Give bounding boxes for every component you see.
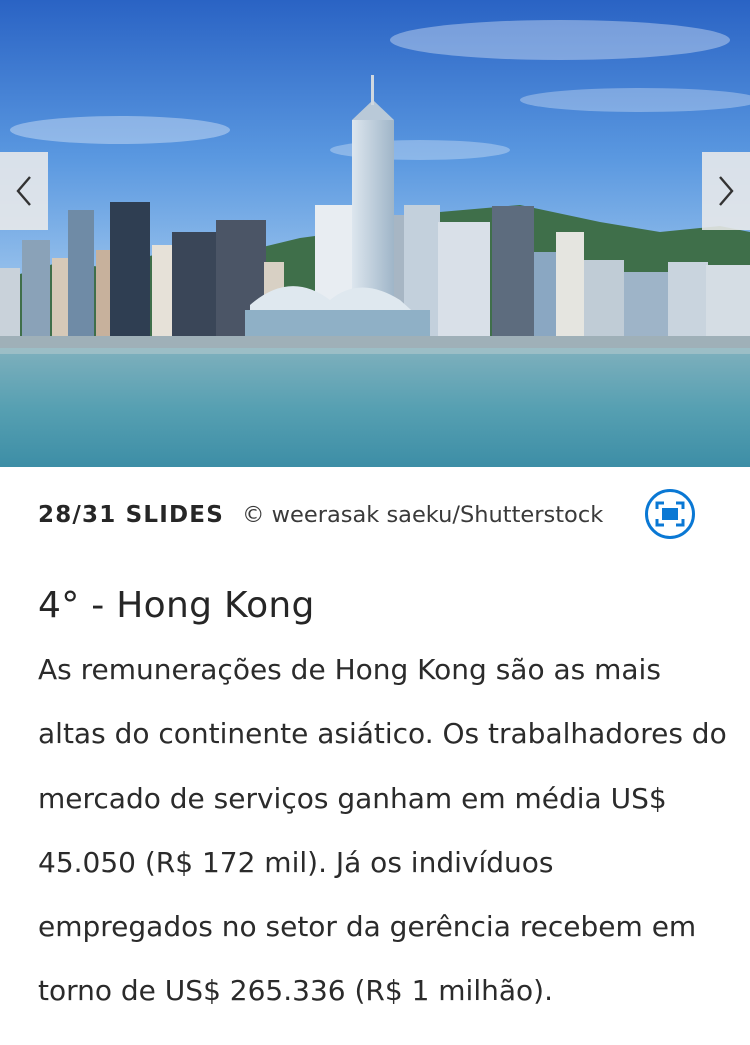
chevron-left-icon: [16, 176, 31, 206]
fullscreen-icon: [655, 501, 685, 527]
slide-meta-bar: 28/31 SLIDES © weerasak saeku/Shuttersto…: [0, 467, 750, 562]
next-slide-button[interactable]: [702, 152, 750, 230]
fullscreen-button[interactable]: [645, 489, 695, 539]
slide-description: As remunerações de Hong Kong são as mais…: [38, 653, 727, 1008]
previous-slide-button[interactable]: [0, 152, 48, 230]
slide-title: 4° - Hong Kong: [38, 585, 315, 626]
chevron-right-icon: [719, 176, 734, 206]
slide-photo: [0, 0, 750, 467]
slide-counter: 28/31 SLIDES: [38, 501, 224, 528]
photo-credit: © weerasak saeku/Shutterstock: [241, 501, 604, 528]
